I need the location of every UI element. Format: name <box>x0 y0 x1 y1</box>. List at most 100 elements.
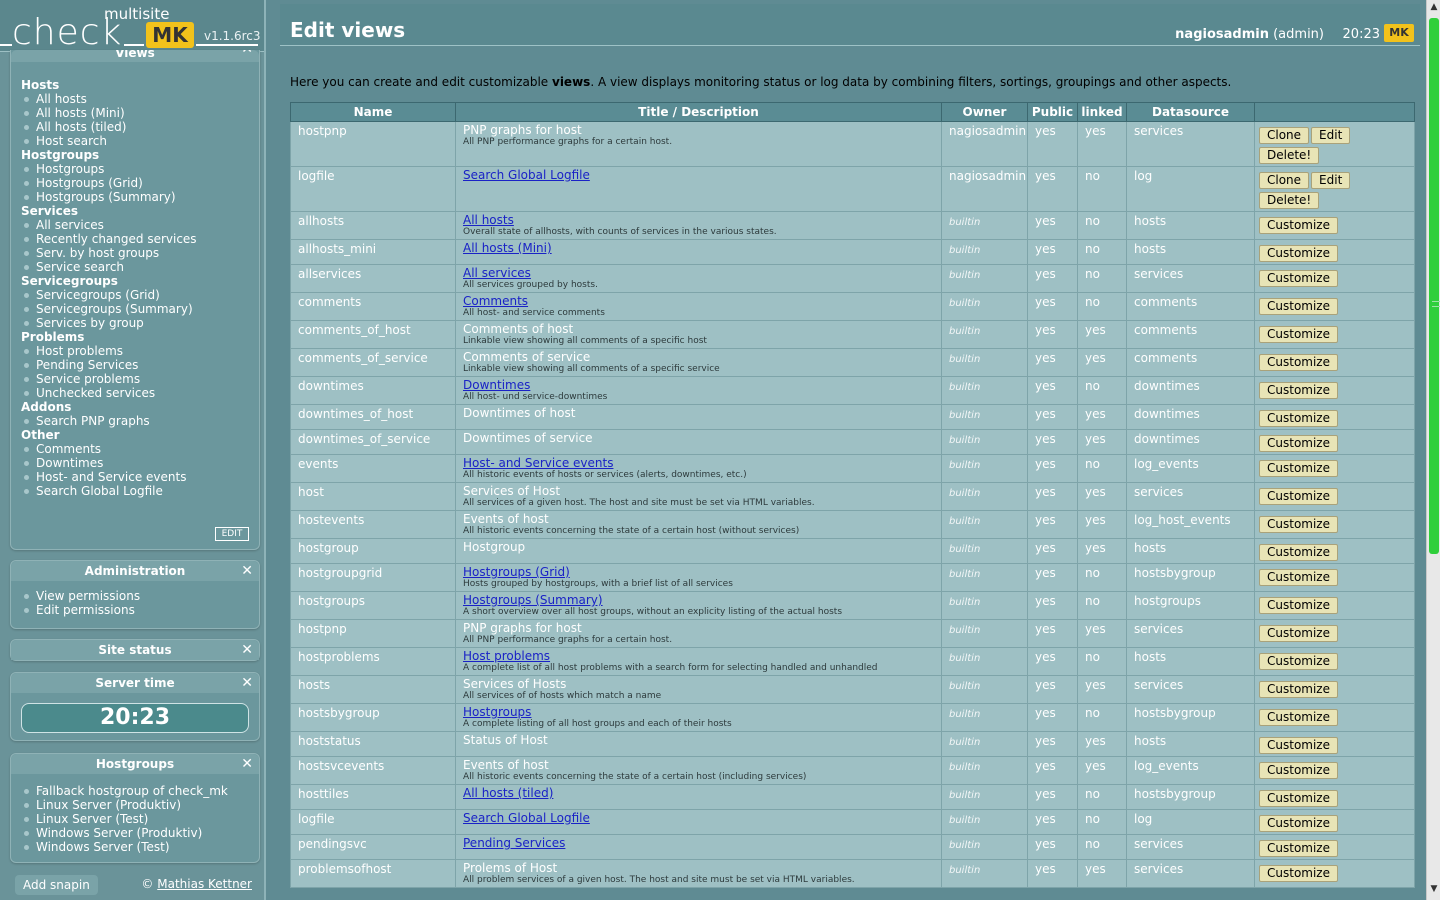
clone-button[interactable]: Clone <box>1259 127 1310 144</box>
sidebar-view-link[interactable]: Recently changed services <box>21 232 249 246</box>
view-title-link[interactable]: Search Global Logfile <box>463 812 934 825</box>
scroll-up-arrow-icon[interactable]: ▲ <box>1428 2 1440 16</box>
customize-button[interactable]: Customize <box>1259 681 1338 698</box>
customize-button[interactable]: Customize <box>1259 270 1338 287</box>
views-snapin-header[interactable]: Views ✕ <box>11 50 259 62</box>
customize-button[interactable]: Customize <box>1259 435 1338 452</box>
col-header-owner[interactable]: Owner <box>941 102 1028 122</box>
customize-button[interactable]: Customize <box>1259 410 1338 427</box>
sidebar-view-link[interactable]: Pending Services <box>21 358 249 372</box>
customize-button[interactable]: Customize <box>1259 840 1338 857</box>
customize-button[interactable]: Customize <box>1259 865 1338 882</box>
server-time-header[interactable]: Server time ✕ <box>11 673 259 693</box>
sidebar-view-link[interactable]: Hostgroups <box>21 162 249 176</box>
view-title-link[interactable]: Hostgroups <box>463 706 934 719</box>
customize-button[interactable]: Customize <box>1259 597 1338 614</box>
sidebar-view-link[interactable]: Serv. by host groups <box>21 246 249 260</box>
sidebar-view-link[interactable]: Unchecked services <box>21 386 249 400</box>
col-header-name[interactable]: Name <box>290 102 456 122</box>
col-header-public[interactable]: Public <box>1027 102 1078 122</box>
sidebar-view-link[interactable]: Hostgroups (Summary) <box>21 190 249 204</box>
customize-button[interactable]: Customize <box>1259 709 1338 726</box>
view-title-link[interactable]: Hostgroups (Grid) <box>463 566 934 579</box>
customize-button[interactable]: Customize <box>1259 326 1338 343</box>
customize-button[interactable]: Customize <box>1259 516 1338 533</box>
sidebar-view-link[interactable]: Servicegroups (Summary) <box>21 302 249 316</box>
view-title-link[interactable]: Host problems <box>463 650 934 663</box>
customize-button[interactable]: Customize <box>1259 737 1338 754</box>
hostgroup-link[interactable]: Linux Server (Test) <box>21 812 249 826</box>
customize-button[interactable]: Customize <box>1259 569 1338 586</box>
close-icon[interactable]: ✕ <box>241 673 253 693</box>
hostgroup-link[interactable]: Linux Server (Produktiv) <box>21 798 249 812</box>
view-title-link[interactable]: All hosts (tiled) <box>463 787 934 800</box>
sidebar-view-link[interactable]: Downtimes <box>21 456 249 470</box>
sidebar-view-link[interactable]: All hosts <box>21 92 249 106</box>
site-status-header[interactable]: Site status ✕ <box>11 640 259 660</box>
hostgroup-link[interactable]: Fallback hostgroup of check_mk <box>21 784 249 798</box>
sidebar-view-link[interactable]: Hostgroups (Grid) <box>21 176 249 190</box>
col-header-datasource[interactable]: Datasource <box>1126 102 1255 122</box>
view-title-link[interactable]: Downtimes <box>463 379 934 392</box>
sidebar-view-link[interactable]: All hosts (tiled) <box>21 120 249 134</box>
sidebar-view-link[interactable]: Services by group <box>21 316 249 330</box>
col-header-linked[interactable]: linked <box>1077 102 1127 122</box>
customize-button[interactable]: Customize <box>1259 653 1338 670</box>
delete-button[interactable]: Delete! <box>1259 192 1320 209</box>
customize-button[interactable]: Customize <box>1259 354 1338 371</box>
sidebar-view-link[interactable]: Servicegroups (Grid) <box>21 288 249 302</box>
sidebar-view-link[interactable]: Host- and Service events <box>21 470 249 484</box>
edit-button[interactable]: Edit <box>1311 172 1351 189</box>
customize-button[interactable]: Customize <box>1259 815 1338 832</box>
customize-button[interactable]: Customize <box>1259 382 1338 399</box>
sidebar-view-link[interactable]: Search PNP graphs <box>21 414 249 428</box>
view-title-link[interactable]: Search Global Logfile <box>463 169 934 182</box>
sidebar-view-link[interactable]: Service search <box>21 260 249 274</box>
customize-button[interactable]: Customize <box>1259 762 1338 779</box>
customize-button[interactable]: Customize <box>1259 790 1338 807</box>
view-title-link[interactable]: Hostgroups (Summary) <box>463 594 934 607</box>
sidebar-view-link[interactable]: Service problems <box>21 372 249 386</box>
customize-button[interactable]: Customize <box>1259 488 1338 505</box>
sidebar-view-link[interactable]: Host search <box>21 134 249 148</box>
page-scrollbar[interactable]: ▲ ▼ <box>1426 0 1440 900</box>
customize-button[interactable]: Customize <box>1259 544 1338 561</box>
sidebar-view-link[interactable]: Search Global Logfile <box>21 484 249 498</box>
close-icon[interactable]: ✕ <box>241 640 253 660</box>
customize-button[interactable]: Customize <box>1259 245 1338 262</box>
view-title-link[interactable]: Pending Services <box>463 837 934 850</box>
view-title-link[interactable]: Host- and Service events <box>463 457 934 470</box>
add-snapin-button[interactable]: Add snapin <box>15 875 98 895</box>
customize-button[interactable]: Customize <box>1259 298 1338 315</box>
edit-views-button[interactable]: EDIT <box>215 527 249 541</box>
sidebar-view-link[interactable]: All services <box>21 218 249 232</box>
sidebar-view-link[interactable]: Host problems <box>21 344 249 358</box>
admin-link[interactable]: View permissions <box>21 589 249 603</box>
close-icon[interactable]: ✕ <box>241 754 253 774</box>
delete-button[interactable]: Delete! <box>1259 147 1320 164</box>
view-title-link[interactable]: All hosts (Mini) <box>463 242 934 255</box>
hostgroup-link[interactable]: Windows Server (Produktiv) <box>21 826 249 840</box>
scroll-down-arrow-icon[interactable]: ▼ <box>1428 884 1440 898</box>
hostgroups-snapin-header[interactable]: Hostgroups ✕ <box>11 754 259 774</box>
clone-button[interactable]: Clone <box>1259 172 1310 189</box>
customize-button[interactable]: Customize <box>1259 460 1338 477</box>
administration-snapin-header[interactable]: Administration ✕ <box>11 561 259 581</box>
customize-button[interactable]: Customize <box>1259 625 1338 642</box>
sidebar-view-link[interactable]: All hosts (Mini) <box>21 106 249 120</box>
scroll-thumb[interactable] <box>1429 18 1440 554</box>
hostgroup-link[interactable]: Windows Server (Test) <box>21 840 249 854</box>
checkmk-logo[interactable]: multisite check MK v1.1.6rc3 <box>0 0 264 53</box>
view-title-link[interactable]: All hosts <box>463 214 934 227</box>
view-title-link[interactable]: Comments <box>463 295 934 308</box>
administration-list: View permissions Edit permissions <box>11 581 259 623</box>
view-title-link[interactable]: All services <box>463 267 934 280</box>
customize-button[interactable]: Customize <box>1259 217 1338 234</box>
sidebar-view-link[interactable]: Comments <box>21 442 249 456</box>
copyright-link[interactable]: Mathias Kettner <box>157 877 252 891</box>
close-icon[interactable]: ✕ <box>241 561 253 581</box>
close-icon[interactable]: ✕ <box>241 50 253 56</box>
admin-link[interactable]: Edit permissions <box>21 603 249 617</box>
edit-button[interactable]: Edit <box>1311 127 1351 144</box>
col-header-title[interactable]: Title / Description <box>455 102 942 122</box>
